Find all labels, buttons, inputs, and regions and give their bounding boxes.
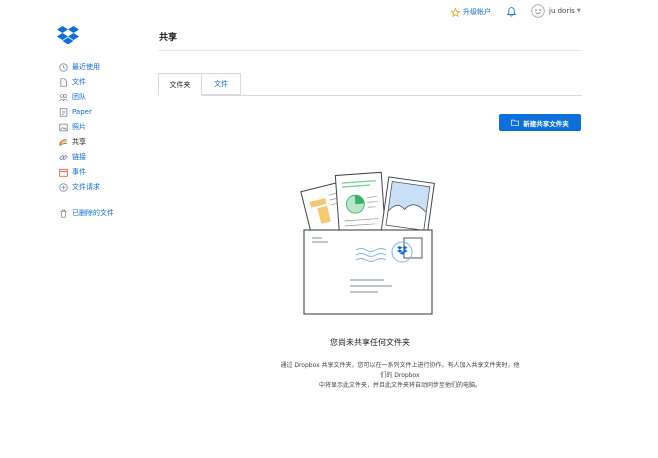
team-icon <box>59 93 68 101</box>
avatar <box>531 4 545 18</box>
sidebar-item-events[interactable]: 事件 <box>59 166 86 178</box>
new-shared-folder-button[interactable]: 新建共享文件夹 <box>499 114 581 131</box>
notification-bell-icon[interactable] <box>506 6 517 18</box>
empty-envelope-illustration <box>300 171 435 315</box>
paper-icon <box>59 107 68 117</box>
sidebar-item-label: 照片 <box>72 123 86 131</box>
sidebar-item-file-requests[interactable]: 文件请求 <box>59 181 100 193</box>
page-title: 共享 <box>159 33 178 43</box>
sidebar-item-label: 链接 <box>72 153 86 161</box>
tab-bar-divider <box>158 95 582 96</box>
upgrade-label: 升级帐户 <box>463 8 491 16</box>
empty-state-description-line: 通过 Dropbox 共享文件夹，您可以在一系列文件上进行协作。有人加入共享文件… <box>280 362 520 379</box>
sidebar-item-paper[interactable]: Paper <box>59 106 92 118</box>
sidebar-item-photos[interactable]: 照片 <box>59 121 86 133</box>
sidebar-item-label: 团队 <box>72 93 86 101</box>
star-icon <box>451 7 460 17</box>
new-shared-folder-label: 新建共享文件夹 <box>523 119 569 128</box>
sidebar-item-sharing[interactable]: 共享 <box>59 136 86 148</box>
link-icon <box>59 154 68 160</box>
file-icon <box>60 77 67 87</box>
sidebar-item-deleted-files[interactable]: 已删除的文件 <box>59 207 114 219</box>
user-menu[interactable]: ju doris ▼ <box>531 3 581 19</box>
sidebar-item-label: 文件请求 <box>72 183 100 191</box>
sidebar-item-label: 已删除的文件 <box>72 209 114 217</box>
chevron-down-icon: ▼ <box>576 8 581 14</box>
empty-state-title: 您尚未共享任何文件夹 <box>330 338 410 347</box>
sidebar-item-label: 最近使用 <box>72 63 100 71</box>
file-request-icon <box>59 182 68 192</box>
sidebar-item-team[interactable]: 团队 <box>59 91 86 103</box>
tab-folders[interactable]: 文件夹 <box>158 73 202 96</box>
dropbox-logo-icon[interactable] <box>57 26 79 44</box>
title-divider <box>158 50 582 51</box>
sidebar-item-label: 文件 <box>72 78 86 86</box>
empty-state-description: 通过 Dropbox 共享文件夹，您可以在一系列文件上进行协作。有人加入共享文件… <box>280 361 520 391</box>
photo-icon <box>59 123 68 131</box>
tab-files[interactable]: 文件 <box>202 73 241 95</box>
empty-state-description-line: 中将显示此文件夹，并且此文件夹将自动同步至他们的电脑。 <box>318 382 481 389</box>
sidebar-item-recents[interactable]: 最近使用 <box>59 61 100 73</box>
folder-icon <box>511 119 520 126</box>
share-icon <box>59 138 67 146</box>
upgrade-account-link[interactable]: 升级帐户 <box>451 6 491 18</box>
sidebar-item-label: Paper <box>72 108 92 116</box>
clock-icon <box>59 62 68 72</box>
sidebar-item-label: 共享 <box>72 138 86 146</box>
user-name: ju doris <box>549 7 575 15</box>
calendar-icon <box>59 168 68 177</box>
sidebar-item-label: 事件 <box>72 168 86 176</box>
sidebar-item-files[interactable]: 文件 <box>59 76 86 88</box>
sidebar-item-links[interactable]: 链接 <box>59 151 86 163</box>
trash-icon <box>60 208 67 218</box>
